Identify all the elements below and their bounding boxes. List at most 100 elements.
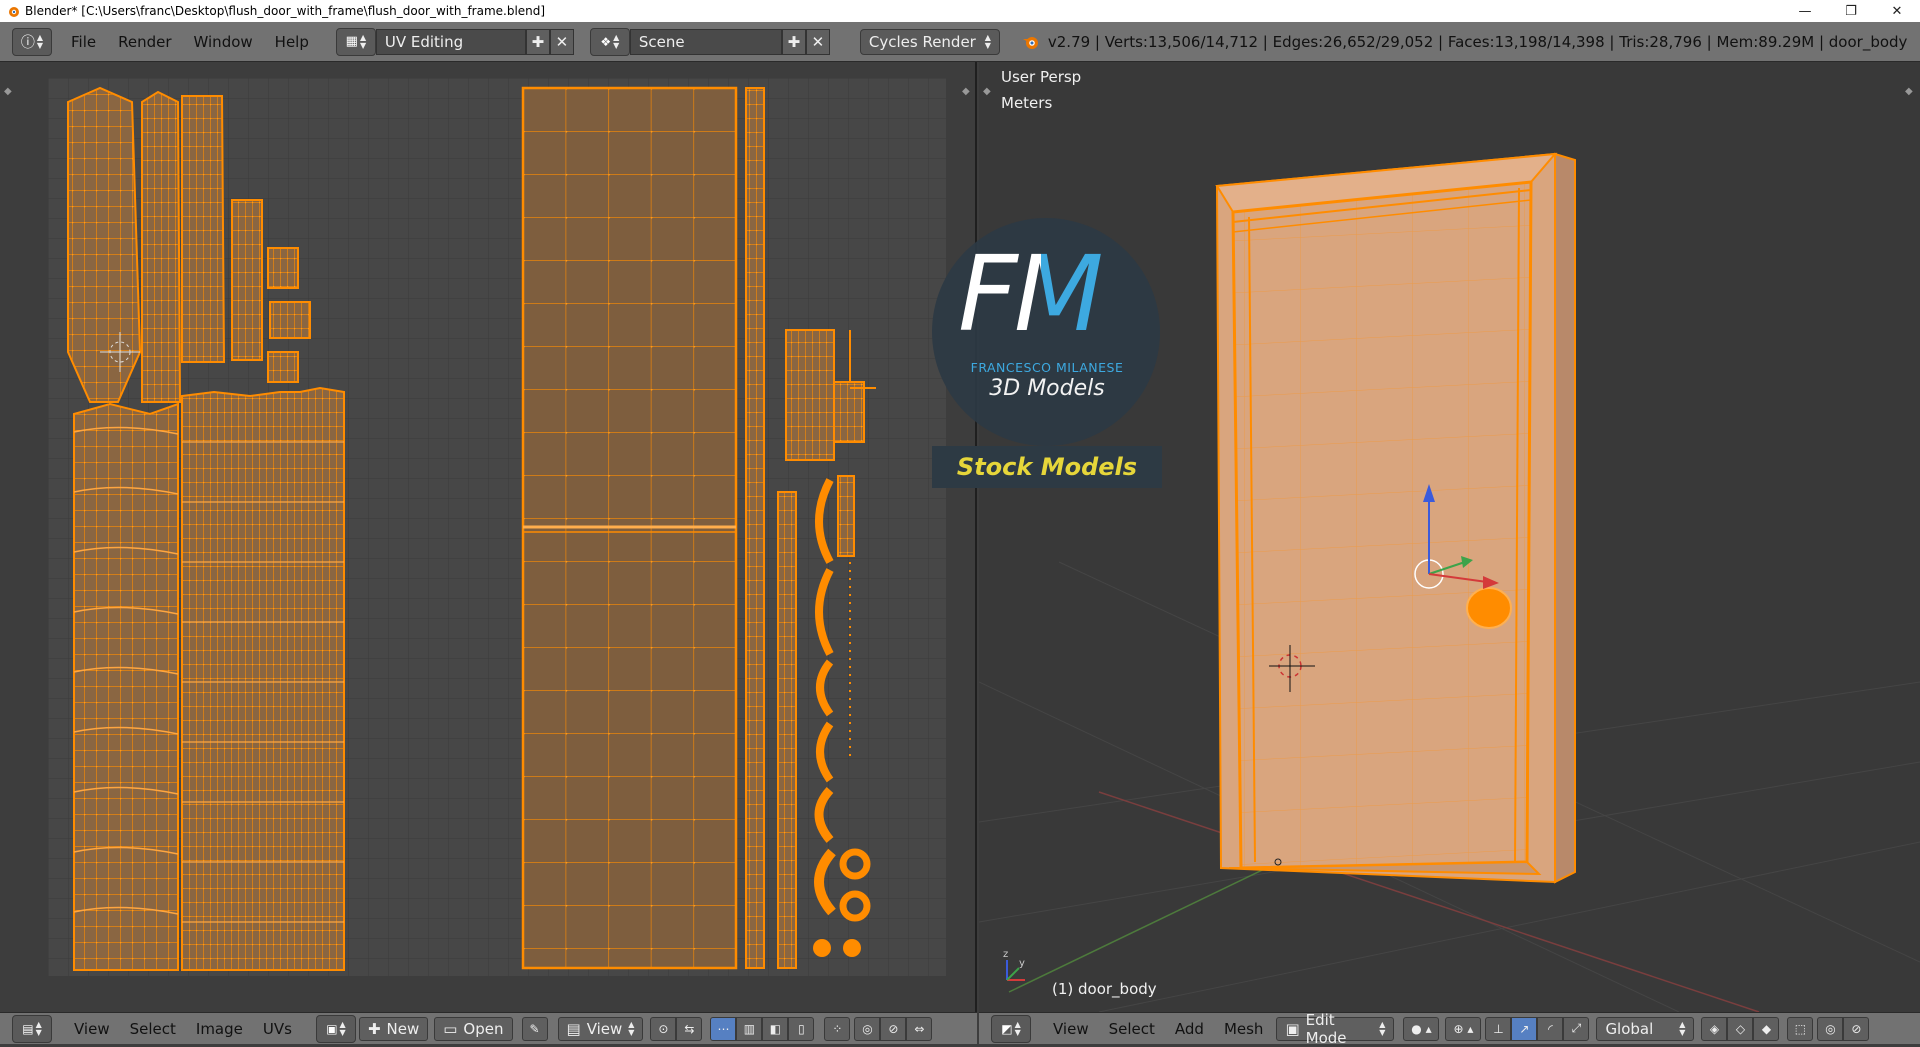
updown-arrows-icon: ▲ ▼ bbox=[359, 32, 367, 50]
watermark-letters: FM bbox=[958, 242, 1138, 346]
face-select-mode-button[interactable]: ◆ bbox=[1753, 1016, 1780, 1041]
view3d-menu-view[interactable]: View bbox=[1043, 1020, 1099, 1038]
viewport-canvas[interactable]: z y bbox=[979, 62, 1920, 1012]
maximize-button[interactable]: ❐ bbox=[1828, 0, 1874, 22]
snap-toggle-button[interactable]: ⊘ bbox=[880, 1016, 907, 1041]
transform-orientation-dropdown[interactable]: Global ▲ ▼ bbox=[1596, 1016, 1695, 1041]
uv-menu-uvs[interactable]: UVs bbox=[253, 1020, 302, 1038]
scale-manipulator-button[interactable]: ⤢ bbox=[1563, 1016, 1590, 1041]
scale-icon: ⤢ bbox=[1571, 1021, 1582, 1035]
cube-icon: ◩ bbox=[1001, 1021, 1013, 1036]
plus-icon: ✚ bbox=[787, 32, 801, 51]
add-screen-button[interactable]: ✚ bbox=[525, 28, 550, 55]
3d-viewport[interactable]: ◆ ◆ z y User Persp Meters (1) door_body bbox=[979, 62, 1920, 1012]
door-handle bbox=[1466, 587, 1512, 629]
updown-arrows-icon: ▲ ▼ bbox=[339, 1019, 346, 1037]
image-editor-icon: ▤ bbox=[22, 1021, 34, 1036]
face-select-icon: ◧ bbox=[769, 1021, 782, 1036]
island-select-button[interactable]: ▯ bbox=[788, 1016, 815, 1041]
occlude-geometry-button[interactable]: ⬚ bbox=[1787, 1016, 1814, 1041]
updown-arrows-icon: ▲ ▼ bbox=[36, 32, 44, 50]
door-mesh bbox=[1215, 152, 1576, 884]
screen-layout-name-field[interactable]: UV Editing bbox=[375, 28, 526, 55]
view3d-menu-add[interactable]: Add bbox=[1165, 1020, 1214, 1038]
info-icon: ⓘ bbox=[20, 34, 35, 51]
image-browse-button[interactable]: ▣ ▲ ▼ bbox=[315, 1014, 356, 1043]
edge-select-icon: ▥ bbox=[743, 1021, 756, 1036]
sticky-select-icon: ⁘ bbox=[832, 1021, 843, 1036]
vertex-select-button[interactable]: ⋯ bbox=[710, 1016, 737, 1041]
remove-scene-button[interactable]: ✕ bbox=[805, 28, 830, 55]
rotate-manipulator-button[interactable]: ◜ bbox=[1537, 1016, 1564, 1041]
edge-select-mode-button[interactable]: ◇ bbox=[1727, 1016, 1754, 1041]
remove-screen-button[interactable]: ✕ bbox=[549, 28, 574, 55]
rotate-icon: ◜ bbox=[1548, 1021, 1553, 1036]
uv-menu-view[interactable]: View bbox=[64, 1020, 120, 1038]
viewport-shading-dropdown[interactable]: ● ▴ bbox=[1403, 1016, 1440, 1041]
uv-menu-image[interactable]: Image bbox=[186, 1020, 253, 1038]
snap-button[interactable]: ⊘ bbox=[1843, 1016, 1870, 1041]
view-axis-widget: z y bbox=[1003, 949, 1025, 981]
uv-sync-button[interactable]: ⇆ bbox=[676, 1016, 703, 1041]
editor-type-info-button[interactable]: ⓘ ▲ ▼ bbox=[12, 27, 52, 56]
proportional-edit-button[interactable]: ◎ bbox=[854, 1016, 881, 1041]
mode-dropdown[interactable]: ▣ Edit Mode ▲ ▼ bbox=[1276, 1011, 1395, 1047]
translate-manipulator-button[interactable]: ↗ bbox=[1511, 1016, 1538, 1041]
scene-icon: ❖ bbox=[600, 34, 612, 49]
editor-type-3d-view-button[interactable]: ◩ ▲ ▼ bbox=[991, 1014, 1031, 1043]
close-window-button[interactable]: ✕ bbox=[1874, 0, 1920, 22]
pin-button[interactable]: ✎ bbox=[521, 1016, 548, 1041]
view3d-menu-mesh[interactable]: Mesh bbox=[1214, 1020, 1274, 1038]
view3d-menu-select[interactable]: Select bbox=[1099, 1020, 1165, 1038]
menu-help[interactable]: Help bbox=[264, 29, 320, 55]
watermark-brand: FRANCESCO MILANESE bbox=[970, 360, 1124, 375]
magnet-icon: ⊘ bbox=[1851, 1021, 1862, 1036]
editor-type-uv-button[interactable]: ▤ ▲ ▼ bbox=[12, 1014, 52, 1043]
uv-canvas[interactable] bbox=[0, 62, 977, 1012]
view-name-label: User Persp bbox=[1001, 68, 1082, 86]
scene-statistics: v2.79 | Verts:13,506/14,712 | Edges:26,6… bbox=[1047, 32, 1908, 51]
updown-arrows-icon: ▲ ▼ bbox=[1014, 1019, 1021, 1037]
uv-view-mode-dropdown[interactable]: ▤ View ▲ ▼ bbox=[557, 1016, 644, 1041]
updown-arrows-icon: ▲ ▼ bbox=[35, 1019, 42, 1037]
minimize-button[interactable]: — bbox=[1782, 0, 1828, 22]
screen-layout-selector[interactable]: ▦ ▲ ▼ bbox=[335, 27, 376, 56]
pivot-point-dropdown[interactable]: ⊕ ▴ bbox=[1445, 1016, 1482, 1041]
folder-icon: ▭ bbox=[443, 1019, 458, 1038]
add-scene-button[interactable]: ✚ bbox=[781, 28, 806, 55]
snap-icon: ⊘ bbox=[888, 1021, 899, 1036]
face-select-button[interactable]: ◧ bbox=[762, 1016, 789, 1041]
edge-select-icon: ◇ bbox=[1735, 1021, 1746, 1036]
uv-island-door-face bbox=[521, 86, 738, 970]
open-image-button[interactable]: ▭ Open bbox=[434, 1016, 513, 1041]
updown-arrows-icon: ▲ ▼ bbox=[984, 32, 991, 50]
scene-name-field[interactable]: Scene bbox=[629, 28, 782, 55]
watermark-subtitle: 3D Models bbox=[989, 376, 1105, 401]
render-engine-dropdown[interactable]: Cycles Render ▲ ▼ bbox=[859, 28, 1000, 55]
active-object-label: (1) door_body bbox=[1052, 980, 1157, 998]
info-header: ⓘ ▲ ▼ File Render Window Help ▦ ▲ ▼ UV Edi… bbox=[0, 22, 1920, 62]
uv-editor-header: ▤ ▲ ▼ View Select Image UVs ▣ ▲ ▼ ✚ New ▭ … bbox=[0, 1012, 977, 1044]
uv-view-mode-label: View bbox=[586, 1019, 623, 1038]
updown-arrows-icon: ▲ ▼ bbox=[613, 32, 620, 50]
edge-select-button[interactable]: ▥ bbox=[736, 1016, 763, 1041]
mode-label: Edit Mode bbox=[1305, 1010, 1347, 1047]
menu-render[interactable]: Render bbox=[107, 29, 182, 55]
sync-icon: ⇆ bbox=[684, 1021, 695, 1036]
uv-menu-select[interactable]: Select bbox=[120, 1020, 186, 1038]
new-image-button[interactable]: ✚ New bbox=[358, 1016, 429, 1041]
menu-file[interactable]: File bbox=[60, 29, 107, 55]
3d-view-header: ◩ ▲ ▼ View Select Add Mesh ▣ Edit Mode ▲ ▼… bbox=[979, 1011, 1920, 1047]
orientation-label: Global bbox=[1605, 1019, 1654, 1038]
snap-element-button[interactable]: ⇔ bbox=[906, 1016, 933, 1041]
pivot-button[interactable]: ⊙ bbox=[650, 1016, 677, 1041]
vertex-select-mode-button[interactable]: ◈ bbox=[1701, 1016, 1728, 1041]
new-image-label: New bbox=[386, 1019, 420, 1038]
sticky-select-button[interactable]: ⁘ bbox=[824, 1016, 851, 1041]
scene-selector[interactable]: ❖ ▲ ▼ bbox=[589, 27, 630, 56]
uv-image-editor[interactable]: ◆ ◆ bbox=[0, 62, 977, 1012]
manipulator-toggle-button[interactable]: ⊥ bbox=[1485, 1016, 1512, 1041]
menu-window[interactable]: Window bbox=[183, 29, 264, 55]
proportional-editing-button[interactable]: ◎ bbox=[1817, 1016, 1844, 1041]
updown-arrows-icon: ▲ ▼ bbox=[628, 1019, 635, 1037]
